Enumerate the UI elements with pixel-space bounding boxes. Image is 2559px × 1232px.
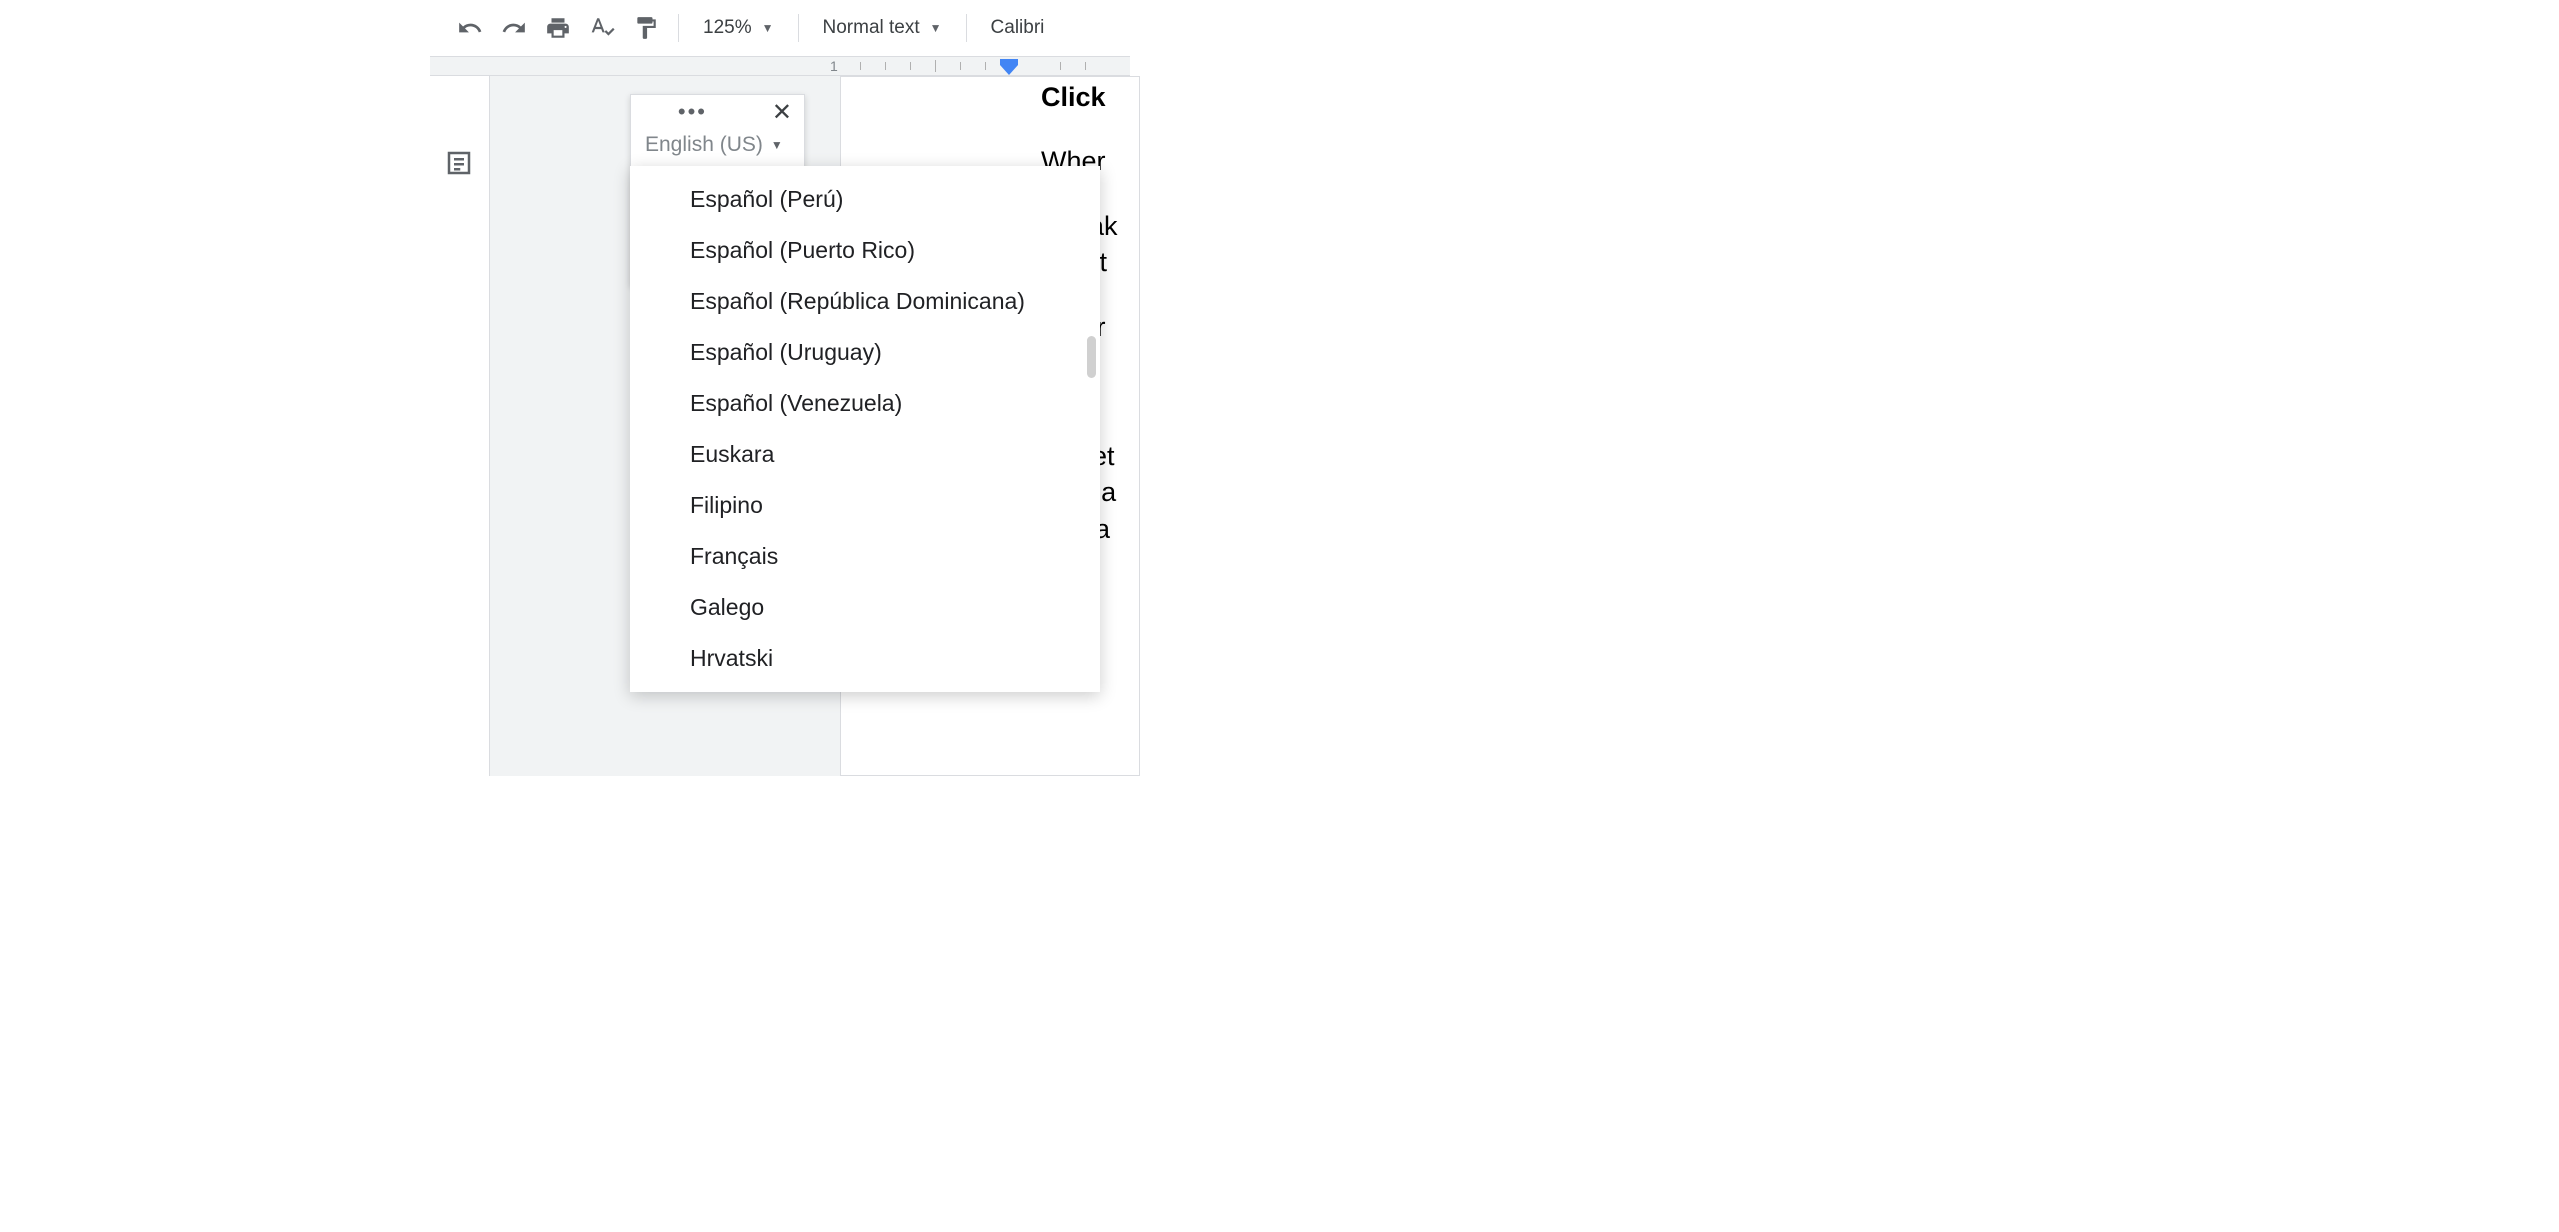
toolbar: 125% ▼ Normal text ▼ Calibri (430, 0, 1130, 56)
page-background: ClickWherSpeakpunctWherHowTo getappeawel… (490, 76, 1130, 776)
scrollbar-thumb[interactable] (1087, 336, 1096, 378)
spellcheck-button[interactable] (582, 8, 622, 48)
language-selector[interactable]: English (US) ▼ (631, 129, 804, 165)
ruler-number: 1 (830, 58, 838, 74)
zoom-dropdown[interactable]: 125% ▼ (691, 8, 786, 48)
close-icon[interactable]: ✕ (772, 98, 792, 127)
indent-marker-icon[interactable] (1000, 59, 1018, 75)
language-dropdown: Español (Perú)Español (Puerto Rico)Españ… (630, 166, 1100, 692)
more-options-icon[interactable]: ••• (643, 99, 742, 125)
ruler-tick (1060, 62, 1061, 70)
language-option[interactable]: Filipino (630, 480, 1100, 531)
ruler-tick (910, 62, 911, 70)
ruler-tick (960, 62, 961, 70)
caret-down-icon: ▼ (930, 21, 942, 35)
style-value: Normal text (823, 17, 920, 39)
language-option[interactable]: Euskara (630, 429, 1100, 480)
language-option[interactable]: Galego (630, 582, 1100, 633)
language-option[interactable]: Español (República Dominicana) (630, 276, 1100, 327)
content-area: ClickWherSpeakpunctWherHowTo getappeawel… (430, 76, 1130, 776)
document-text: Click (1041, 79, 1139, 115)
ruler-tick (860, 62, 861, 70)
paragraph-style-dropdown[interactable]: Normal text ▼ (811, 8, 954, 48)
language-option[interactable]: Español (Puerto Rico) (630, 225, 1100, 276)
toolbar-separator (966, 14, 967, 42)
ruler-tick (985, 62, 986, 70)
redo-button[interactable] (494, 8, 534, 48)
font-value: Calibri (991, 17, 1045, 39)
undo-button[interactable] (450, 8, 490, 48)
toolbar-separator (678, 14, 679, 42)
toolbar-separator (798, 14, 799, 42)
ruler-tick (1085, 62, 1086, 70)
zoom-value: 125% (703, 17, 752, 39)
document-outline-icon[interactable] (444, 148, 476, 180)
ruler-tick (935, 60, 936, 72)
paint-format-button[interactable] (626, 8, 666, 48)
font-dropdown[interactable]: Calibri (979, 8, 1057, 48)
language-option[interactable]: Español (Perú) (630, 174, 1100, 225)
language-option[interactable]: Français (630, 531, 1100, 582)
ruler[interactable]: 1 (430, 56, 1130, 76)
language-option[interactable]: Español (Uruguay) (630, 327, 1100, 378)
caret-down-icon: ▼ (771, 138, 783, 152)
caret-down-icon: ▼ (762, 21, 774, 35)
print-button[interactable] (538, 8, 578, 48)
language-option[interactable]: Hrvatski (630, 633, 1100, 684)
ruler-tick (885, 62, 886, 70)
left-gutter (430, 76, 490, 776)
selected-language-label: English (US) (645, 133, 763, 157)
language-option[interactable]: Español (Venezuela) (630, 378, 1100, 429)
